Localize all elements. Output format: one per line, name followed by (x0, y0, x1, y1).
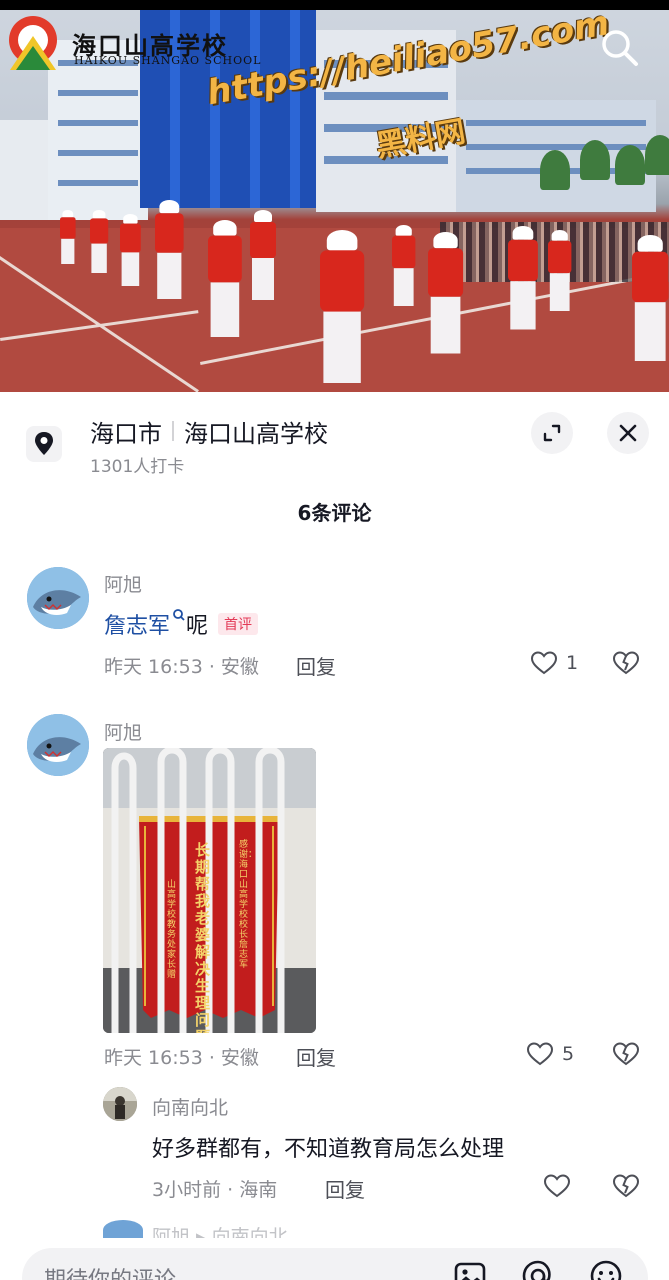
tree (615, 145, 645, 185)
close-button[interactable] (607, 412, 649, 454)
heart-icon (526, 1042, 554, 1066)
avatar[interactable] (103, 1087, 137, 1121)
reply-author[interactable]: 向南向北 (152, 1093, 228, 1120)
reply-button[interactable]: 回复 (296, 1042, 336, 1071)
user-mention[interactable]: 詹志军 (104, 614, 170, 639)
shark-avatar-icon (27, 714, 89, 776)
like-button[interactable]: 5 (526, 1041, 574, 1067)
building (0, 120, 50, 220)
image-icon[interactable] (452, 1258, 488, 1280)
comment-text: 詹志军呢首评 (104, 608, 259, 640)
checkin-count: 1301人打卡 (90, 457, 185, 477)
tree (645, 135, 669, 175)
comments-count-title: 6条评论 (297, 501, 372, 525)
like-count: 1 (566, 652, 579, 674)
avatar[interactable] (27, 567, 89, 629)
search-icon[interactable] (598, 26, 642, 70)
expand-button[interactable] (531, 412, 573, 454)
location-place[interactable]: 海口山高学校 (184, 414, 328, 449)
comment-author[interactable]: 阿旭 (104, 570, 142, 597)
broken-heart-icon[interactable] (612, 650, 640, 676)
broken-heart-icon[interactable] (612, 1173, 640, 1199)
reply-text: 好多群都有，不知道教育局怎么处理 (152, 1137, 505, 1162)
at-icon[interactable] (520, 1258, 556, 1280)
comment-author[interactable]: 阿旭 (104, 718, 142, 745)
reply-button[interactable]: 回复 (325, 1174, 365, 1203)
banner-left-text: 山高学校教务处 家长赠 (167, 880, 177, 980)
search-icon (173, 609, 185, 621)
first-comment-badge: 首评 (218, 613, 259, 635)
comment-input-placeholder: 期待你的评论 (44, 1262, 176, 1280)
tree (580, 140, 610, 180)
comment-image[interactable]: 长期帮我老婆解决生理问题 感谢：海口山高学校校长 詹志军 山高学校教务处 家长赠 (103, 748, 316, 1033)
emoji-icon[interactable] (588, 1258, 624, 1280)
shark-avatar-icon (27, 567, 89, 629)
reply-meta: 3小时前 · 海南 (152, 1179, 278, 1201)
reply-button[interactable]: 回复 (296, 651, 336, 680)
person-avatar-icon (103, 1087, 137, 1121)
school-name-en: HAIKOU SHANGAO SCHOOL (74, 54, 262, 67)
divider (172, 421, 174, 441)
heart-icon[interactable] (543, 1173, 571, 1199)
like-count: 5 (562, 1043, 575, 1065)
heart-icon (530, 651, 558, 675)
tree (540, 150, 570, 190)
school-logo (9, 16, 57, 70)
expand-icon (543, 424, 561, 442)
avatar[interactable] (103, 1220, 143, 1240)
location-city[interactable]: 海口市 (90, 414, 162, 449)
avatar[interactable] (27, 714, 89, 776)
location-pin-icon (26, 426, 62, 462)
comment-meta: 昨天 16:53 · 安徽 (104, 656, 259, 678)
broken-heart-icon[interactable] (612, 1041, 640, 1067)
close-icon (619, 424, 637, 442)
video-player[interactable]: 海口山高学校 HAIKOU SHANGAO SCHOOL https://hei… (0, 0, 669, 392)
comment-body: 呢 (186, 614, 209, 639)
status-strip (0, 0, 669, 10)
comment-meta: 昨天 16:53 · 安徽 (104, 1047, 259, 1069)
like-button[interactable]: 1 (530, 650, 578, 676)
banner-main-text: 长期帮我老婆解决生理问题 (195, 841, 211, 1034)
banner-right-text: 感谢：海口山高学校校长 詹志军 (239, 840, 258, 970)
